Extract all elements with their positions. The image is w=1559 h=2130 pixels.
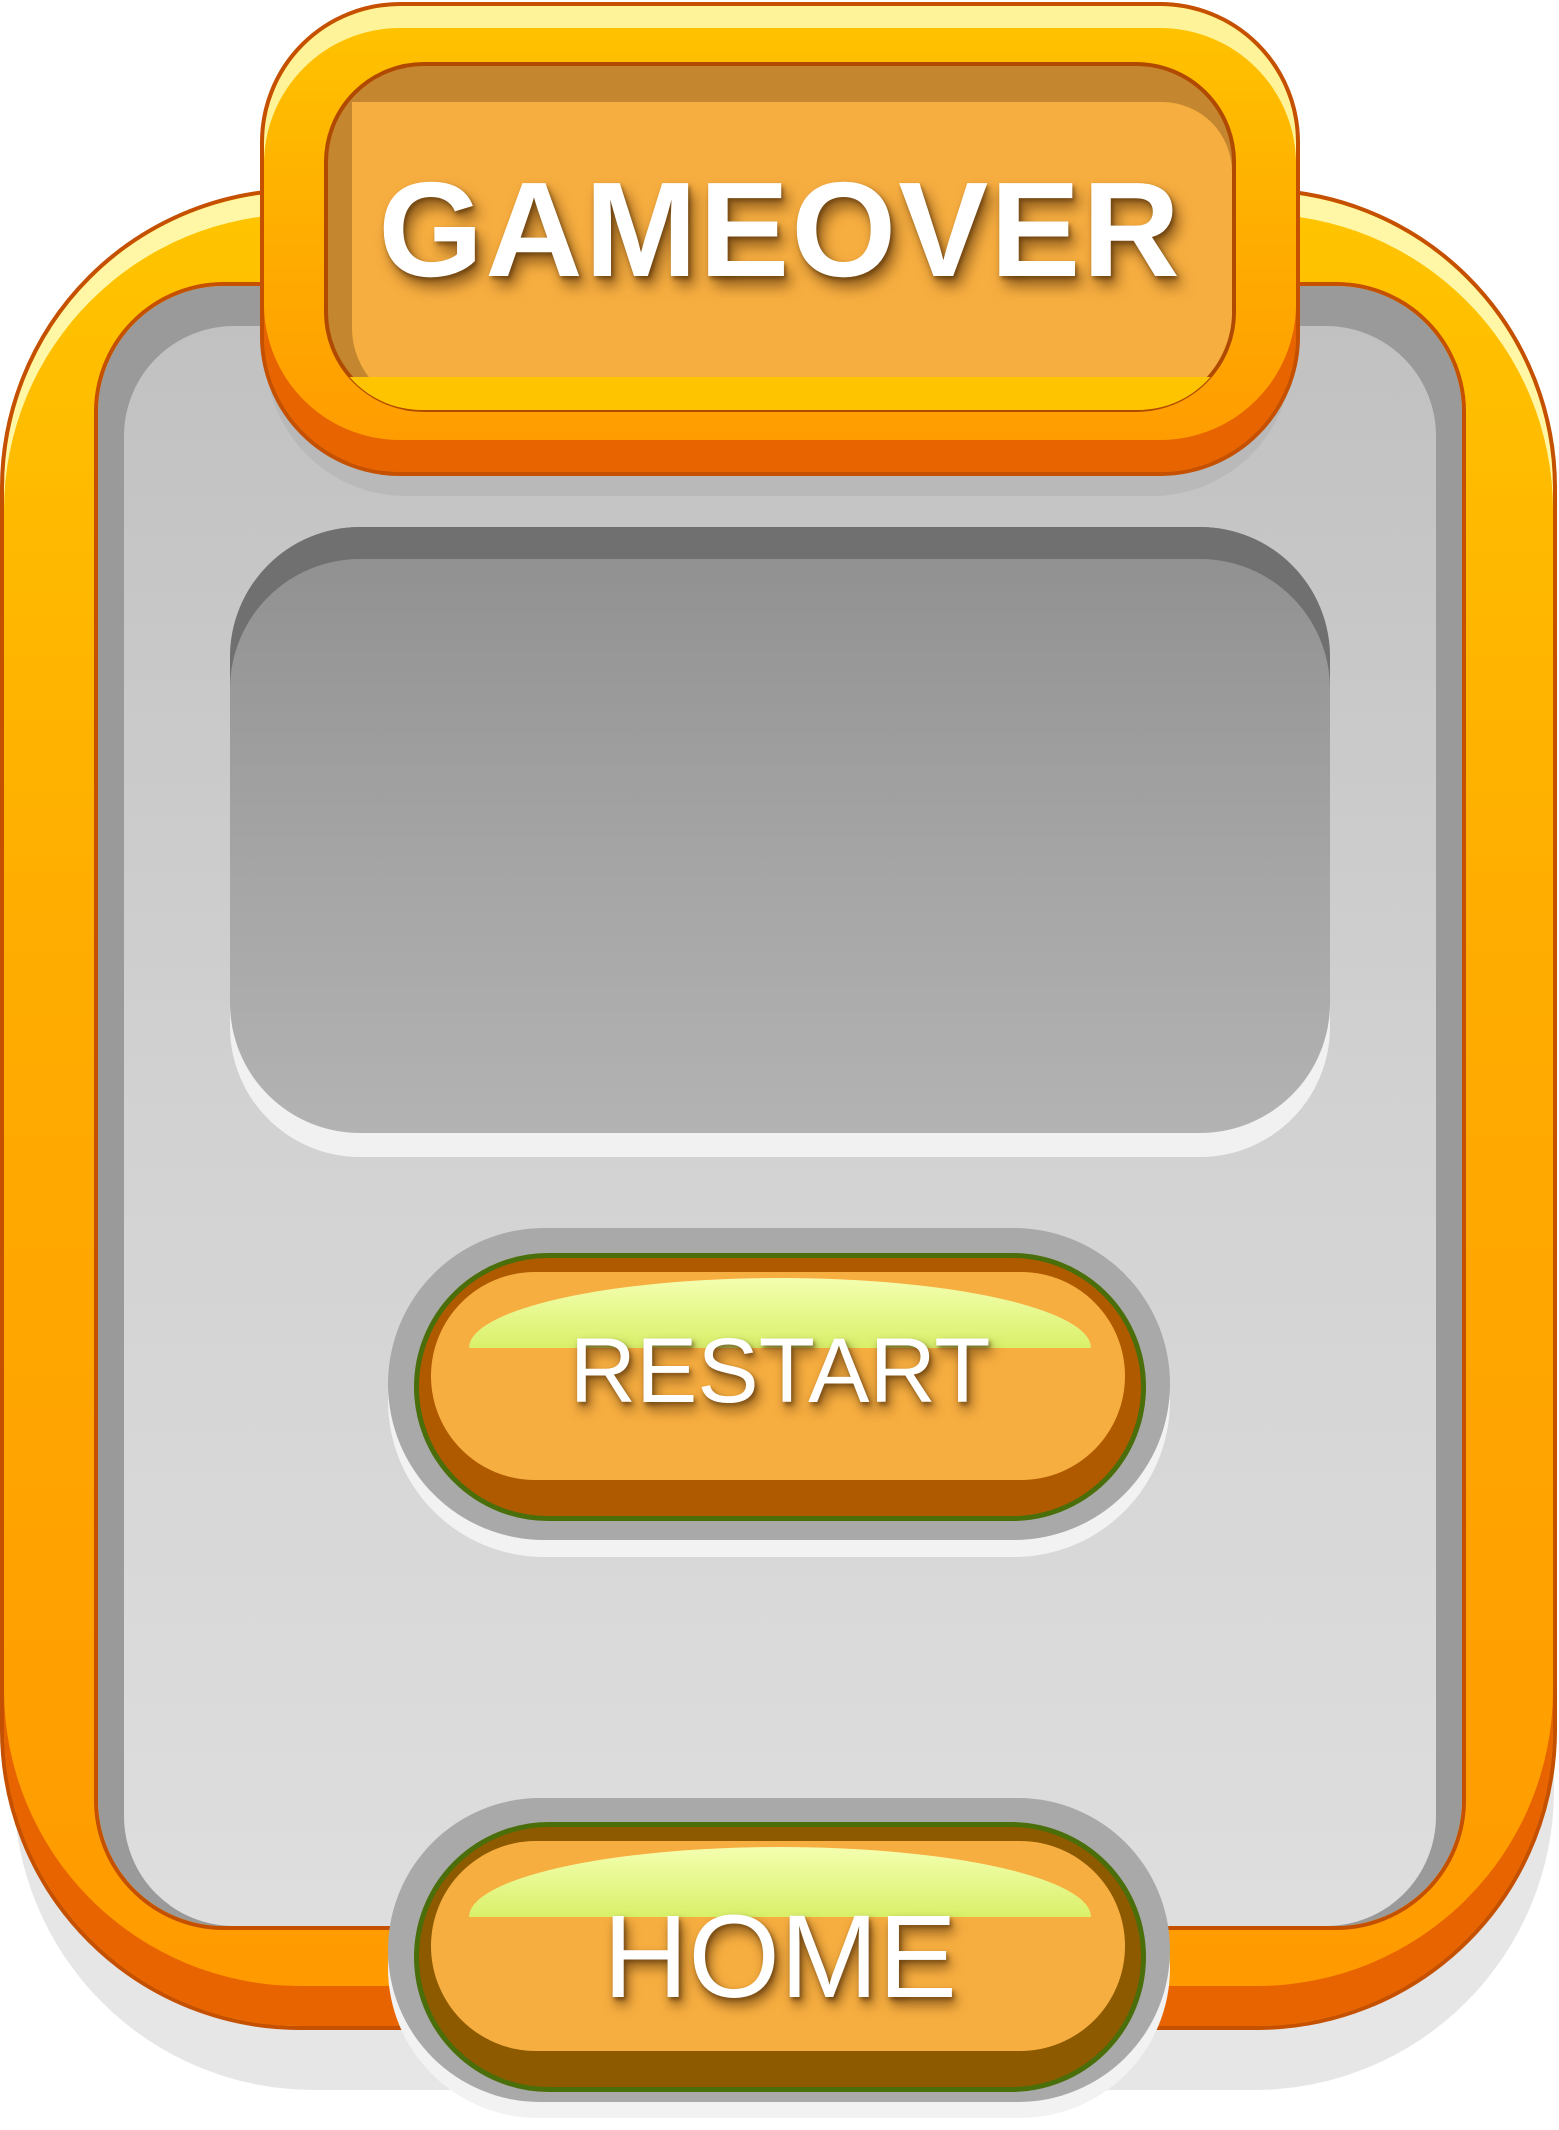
game-over-title: GAMEOVER (378, 154, 1182, 305)
score-display-well (230, 527, 1330, 1133)
home-button[interactable]: HOME (414, 1822, 1146, 2092)
restart-button[interactable]: RESTART (414, 1253, 1146, 1521)
